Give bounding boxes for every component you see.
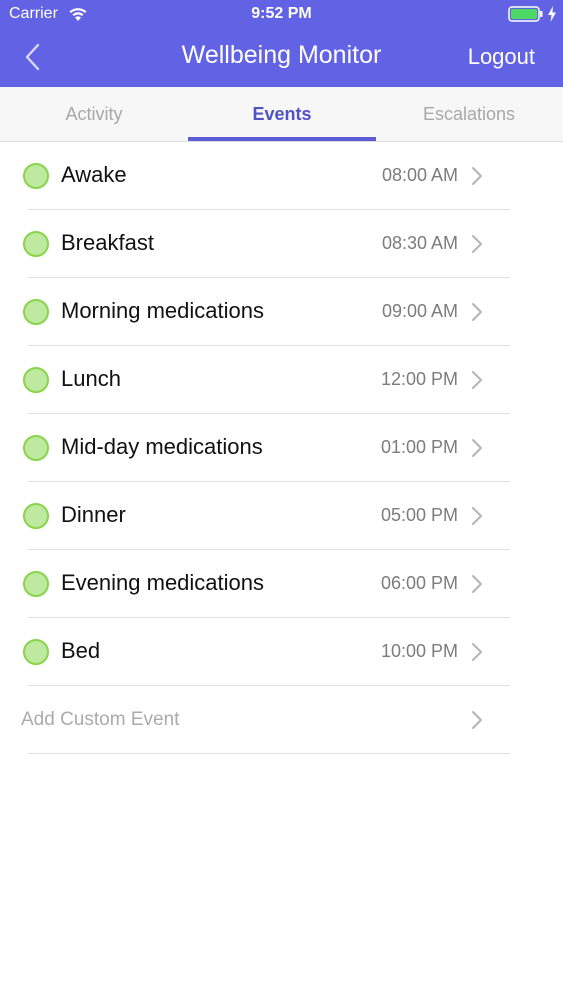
bolt-icon xyxy=(548,6,556,22)
tab-escalations[interactable]: Escalations xyxy=(375,87,563,142)
event-label: Dinner xyxy=(61,502,126,527)
event-label: Bed xyxy=(61,638,101,663)
status-dot xyxy=(23,435,49,461)
app-header: Carrier 9:52 PM Wellbeing Monitor Logout xyxy=(0,0,563,87)
event-label: Lunch xyxy=(61,366,121,391)
events-list: Awake 08:00 AM Breakfast 08:30 AM Mornin… xyxy=(0,142,563,754)
add-custom-event-button[interactable]: Add Custom Event xyxy=(0,686,563,754)
event-time: 06:00 PM xyxy=(380,573,458,593)
chevron-right-icon xyxy=(472,167,482,185)
status-dot xyxy=(23,503,49,529)
event-label: Morning medications xyxy=(61,298,264,323)
tab-events[interactable]: Events xyxy=(188,87,376,142)
event-time: 09:00 AM xyxy=(381,301,458,321)
event-label: Breakfast xyxy=(61,230,154,255)
status-dot xyxy=(23,367,49,393)
event-label: Awake xyxy=(61,162,127,187)
event-time: 08:30 AM xyxy=(381,233,458,253)
list-item[interactable]: Evening medications 06:00 PM xyxy=(0,550,563,618)
event-time: 01:00 PM xyxy=(380,437,458,457)
event-time: 12:00 PM xyxy=(380,369,458,389)
list-item[interactable]: Bed 10:00 PM xyxy=(0,618,563,686)
status-dot xyxy=(23,639,49,665)
status-dot xyxy=(23,299,49,325)
divider xyxy=(28,753,510,754)
status-dot xyxy=(23,231,49,257)
active-tab-indicator xyxy=(188,137,376,141)
status-time: 9:52 PM xyxy=(251,5,312,22)
event-time: 08:00 AM xyxy=(381,165,458,185)
tab-bar: Activity Events Escalations xyxy=(0,87,563,142)
chevron-right-icon xyxy=(472,371,482,389)
chevron-right-icon xyxy=(472,507,482,525)
status-bar: Carrier 9:52 PM xyxy=(0,0,563,30)
event-time: 10:00 PM xyxy=(380,641,458,661)
event-label: Mid-day medications xyxy=(61,434,263,459)
list-item[interactable]: Lunch 12:00 PM xyxy=(0,346,563,414)
list-item[interactable]: Dinner 05:00 PM xyxy=(0,482,563,550)
chevron-right-icon xyxy=(472,303,482,321)
battery-icon xyxy=(508,6,543,22)
chevron-right-icon xyxy=(472,575,482,593)
chevron-right-icon xyxy=(472,235,482,253)
event-label: Evening medications xyxy=(61,570,265,595)
add-custom-event-label: Add Custom Event xyxy=(21,709,180,730)
list-item[interactable]: Awake 08:00 AM xyxy=(0,142,563,210)
event-time: 05:00 PM xyxy=(380,505,458,525)
status-dot xyxy=(23,163,49,189)
list-item[interactable]: Mid-day medications 01:00 PM xyxy=(0,414,563,482)
status-dot xyxy=(23,571,49,597)
logout-button[interactable]: Logout xyxy=(468,44,535,70)
chevron-right-icon xyxy=(472,439,482,457)
chevron-right-icon xyxy=(472,643,482,661)
list-item[interactable]: Morning medications 09:00 AM xyxy=(0,278,563,346)
tab-activity[interactable]: Activity xyxy=(0,87,188,142)
chevron-right-icon xyxy=(472,711,482,729)
list-item[interactable]: Breakfast 08:30 AM xyxy=(0,210,563,278)
